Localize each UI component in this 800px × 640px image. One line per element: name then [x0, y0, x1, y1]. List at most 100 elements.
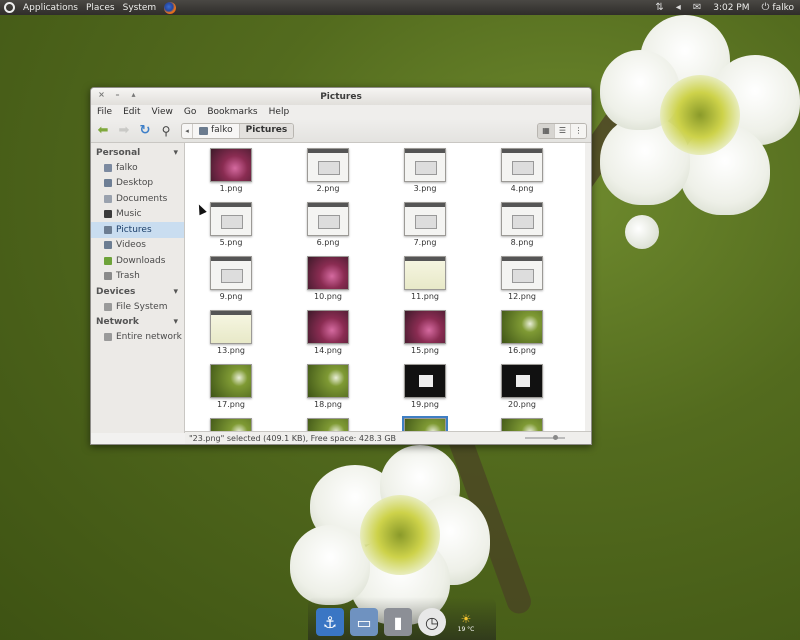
file-thumbnail [210, 364, 252, 398]
sidebar-item-label: Desktop [116, 178, 154, 189]
reload-button[interactable]: ↻ [137, 123, 153, 139]
sidebar-item-downloads[interactable]: Downloads [91, 253, 184, 269]
path-scroll-left-button[interactable]: ◂ [182, 123, 193, 138]
places-menu[interactable]: Places [86, 3, 115, 13]
path-item-home[interactable]: falko [193, 124, 239, 138]
sidebar-item-documents[interactable]: Documents [91, 191, 184, 207]
sidebar-item-pictures[interactable]: Pictures [91, 222, 184, 238]
file-thumbnail [307, 202, 349, 236]
file-item[interactable]: 17.png [201, 364, 261, 409]
sidebar-item-music[interactable]: Music [91, 207, 184, 223]
path-item-pictures[interactable]: Pictures [238, 123, 294, 138]
clock-icon[interactable]: ◷ [418, 608, 446, 636]
sidebar-section-devices[interactable]: Devices ▾ [91, 284, 184, 299]
file-item[interactable]: 9.png [201, 256, 261, 301]
trash-can-icon[interactable]: ▮ [384, 608, 412, 636]
file-thumbnail [404, 148, 446, 182]
desktop-icon [104, 179, 112, 188]
zoom-slider[interactable] [525, 435, 565, 440]
search-button[interactable]: ⚲ [158, 123, 174, 139]
dock: ⚓ ▭ ▮ ◷ ☀ 19 °C [308, 597, 496, 640]
file-item[interactable]: 10.png [298, 256, 358, 301]
file-name: 18.png [314, 400, 342, 409]
file-item[interactable]: 1.png [201, 148, 261, 193]
file-item[interactable]: 2.png [298, 148, 358, 193]
file-item[interactable]: 5.png [201, 202, 261, 247]
file-item[interactable]: 13.png [201, 310, 261, 355]
close-window-button[interactable]: × [97, 90, 106, 99]
volume-icon[interactable]: ◂ [676, 2, 681, 13]
file-name: 16.png [508, 346, 536, 355]
file-item[interactable]: 16.png [492, 310, 552, 355]
file-item[interactable]: 8.png [492, 202, 552, 247]
menu-view[interactable]: View [152, 107, 173, 117]
sidebar-section-label: Personal [96, 147, 141, 158]
videos-icon [104, 241, 112, 250]
sidebar-item-desktop[interactable]: Desktop [91, 176, 184, 192]
file-name: 15.png [411, 346, 439, 355]
file-thumbnail [404, 202, 446, 236]
sidebar-item-falko[interactable]: falko [91, 160, 184, 176]
sidebar-item-label: Videos [116, 240, 146, 251]
file-item[interactable]: 14.png [298, 310, 358, 355]
user-menu[interactable]: ⏻ falko [761, 2, 794, 13]
file-item[interactable]: 6.png [298, 202, 358, 247]
menu-bookmarks[interactable]: Bookmarks [207, 107, 257, 117]
sidebar-item-entire-network[interactable]: Entire network [91, 330, 184, 346]
file-item[interactable]: 15.png [395, 310, 455, 355]
file-item[interactable]: 18.png [298, 364, 358, 409]
menu-go[interactable]: Go [184, 107, 196, 117]
file-item[interactable]: 4.png [492, 148, 552, 193]
mail-icon[interactable]: ✉ [693, 2, 701, 13]
sidebar-item-videos[interactable]: Videos [91, 238, 184, 254]
file-view[interactable]: 1.png 2.png 3.png 4.png 5.png 6.png 7.png 8.png… [185, 143, 591, 433]
file-item[interactable]: 12.png [492, 256, 552, 301]
path-bar: ◂ falko Pictures [181, 122, 295, 139]
back-button[interactable]: ⬅ [95, 123, 111, 139]
titlebar[interactable]: × – ▴ Pictures [91, 88, 591, 105]
anchor-icon[interactable]: ⚓ [316, 608, 344, 636]
firefox-icon[interactable] [164, 1, 177, 14]
list-view-button[interactable]: ☰ [554, 123, 570, 138]
ubuntu-logo-icon[interactable] [4, 2, 15, 13]
sidebar-item-file-system[interactable]: File System [91, 299, 184, 315]
maximize-window-button[interactable]: ▴ [129, 90, 138, 99]
file-item[interactable]: 11.png [395, 256, 455, 301]
file-name: 12.png [508, 292, 536, 301]
minimize-window-button[interactable]: – [113, 90, 122, 99]
sidebar-item-trash[interactable]: Trash [91, 269, 184, 285]
collapse-arrow-icon: ▾ [173, 286, 178, 297]
system-menu[interactable]: System [123, 3, 157, 13]
network-icon[interactable]: ⇅ [655, 2, 663, 13]
folder-icon[interactable]: ▭ [350, 608, 378, 636]
file-item[interactable]: 19.png [395, 364, 455, 409]
icon-view-button[interactable]: ▦ [538, 123, 554, 138]
filesystem-icon [104, 302, 112, 311]
wallpaper-flower [600, 15, 800, 225]
file-thumbnail [307, 148, 349, 182]
sidebar-item-label: Pictures [116, 224, 152, 235]
sidebar-section-personal[interactable]: Personal ▾ [91, 145, 184, 160]
weather-temp: 19 °C [457, 625, 475, 633]
file-item[interactable]: 20.png [492, 364, 552, 409]
zoom-slider-knob[interactable] [553, 435, 558, 440]
forward-button[interactable]: ➡ [116, 123, 132, 139]
file-item[interactable]: 3.png [395, 148, 455, 193]
applications-menu[interactable]: Applications [23, 3, 78, 13]
view-switcher: ▦ ☰ ⋮ [537, 122, 587, 139]
menu-file[interactable]: File [97, 107, 112, 117]
clock[interactable]: 3:02 PM [713, 3, 749, 13]
sidebar-section-label: Devices [96, 286, 136, 297]
file-thumbnail [404, 256, 446, 290]
wallpaper-bud [625, 215, 659, 249]
compact-view-button[interactable]: ⋮ [570, 123, 586, 138]
menu-help[interactable]: Help [269, 107, 290, 117]
sidebar-section-network[interactable]: Network ▾ [91, 315, 184, 330]
vertical-scrollbar[interactable] [585, 143, 591, 433]
file-item[interactable]: 7.png [395, 202, 455, 247]
collapse-arrow-icon: ▾ [173, 147, 178, 158]
file-name: 11.png [411, 292, 439, 301]
weather-icon[interactable]: ☀ 19 °C [452, 608, 480, 636]
file-thumbnail [501, 202, 543, 236]
menu-edit[interactable]: Edit [123, 107, 140, 117]
